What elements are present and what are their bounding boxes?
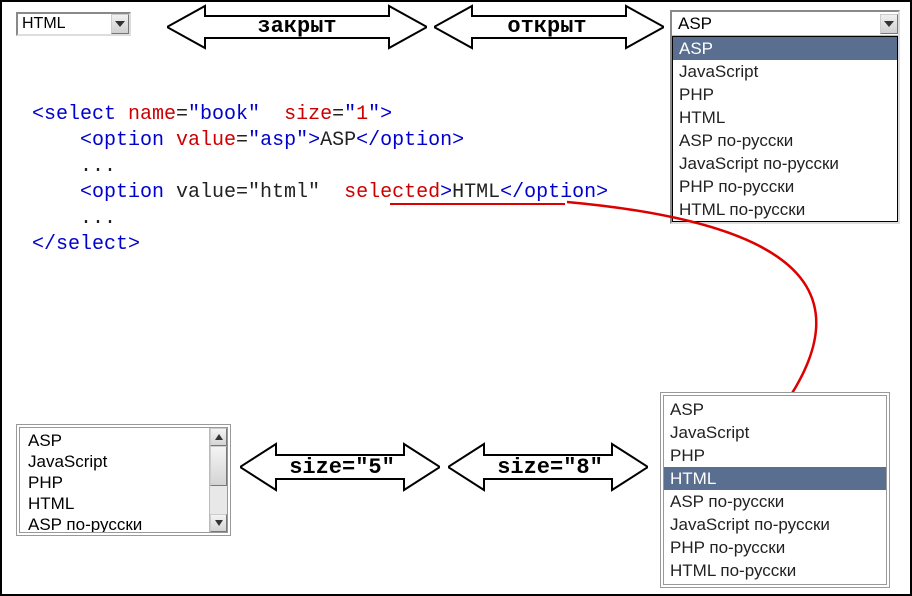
list-item[interactable]: JavaScript	[673, 60, 897, 83]
list-item[interactable]: PHP по-русски	[673, 175, 897, 198]
size5-list[interactable]: ASP JavaScript PHP HTML ASP по-русски	[20, 428, 209, 532]
dropdown-icon[interactable]	[111, 14, 129, 34]
label-size5: size="5"	[277, 455, 407, 480]
open-select-list[interactable]: ASP JavaScript PHP HTML ASP по-русски Ja…	[672, 36, 898, 222]
list-item[interactable]: ASP по-русски	[22, 514, 207, 532]
code-block: <select name="book" size="1"> <option va…	[32, 102, 608, 258]
list-item[interactable]: HTML	[673, 106, 897, 129]
closed-select-value: HTML	[18, 13, 111, 35]
list-item[interactable]: ASP по-русски	[664, 490, 886, 513]
scrollbar[interactable]	[209, 428, 227, 532]
label-size8: size="8"	[485, 455, 615, 480]
list-item[interactable]: PHP	[664, 444, 886, 467]
closed-select[interactable]: HTML	[16, 12, 131, 36]
open-select-value: ASP	[672, 13, 880, 35]
list-item[interactable]: HTML по-русски	[664, 559, 886, 582]
list-item[interactable]: PHP по-русски	[664, 536, 886, 559]
scroll-down-icon[interactable]	[210, 514, 227, 532]
scroll-thumb[interactable]	[210, 446, 227, 486]
label-closed: закрыт	[212, 14, 382, 39]
label-open: открыт	[472, 14, 622, 39]
list-item[interactable]: JavaScript	[22, 451, 207, 472]
open-select[interactable]: ASP ASP JavaScript PHP HTML ASP по-русск…	[670, 10, 900, 224]
red-underline	[390, 203, 565, 205]
list-item[interactable]: JavaScript по-русски	[673, 152, 897, 175]
list-item[interactable]: ASP	[22, 430, 207, 451]
size5-listbox[interactable]: ASP JavaScript PHP HTML ASP по-русски	[16, 424, 231, 536]
list-item[interactable]: JavaScript по-русски	[664, 513, 886, 536]
list-item[interactable]: ASP по-русски	[673, 129, 897, 152]
list-item[interactable]: HTML	[22, 493, 207, 514]
dropdown-icon[interactable]	[880, 14, 898, 34]
list-item[interactable]: JavaScript	[664, 421, 886, 444]
list-item[interactable]: ASP	[673, 37, 897, 60]
list-item[interactable]: ASP	[664, 398, 886, 421]
size8-listbox[interactable]: ASP JavaScript PHP HTML ASP по-русски Ja…	[660, 392, 890, 588]
diagram-frame: HTML закрыт открыт ASP ASP JavaScript PH…	[0, 0, 912, 596]
list-item[interactable]: PHP	[22, 472, 207, 493]
scroll-up-icon[interactable]	[210, 428, 227, 446]
list-item[interactable]: HTML	[664, 467, 886, 490]
list-item[interactable]: PHP	[673, 83, 897, 106]
